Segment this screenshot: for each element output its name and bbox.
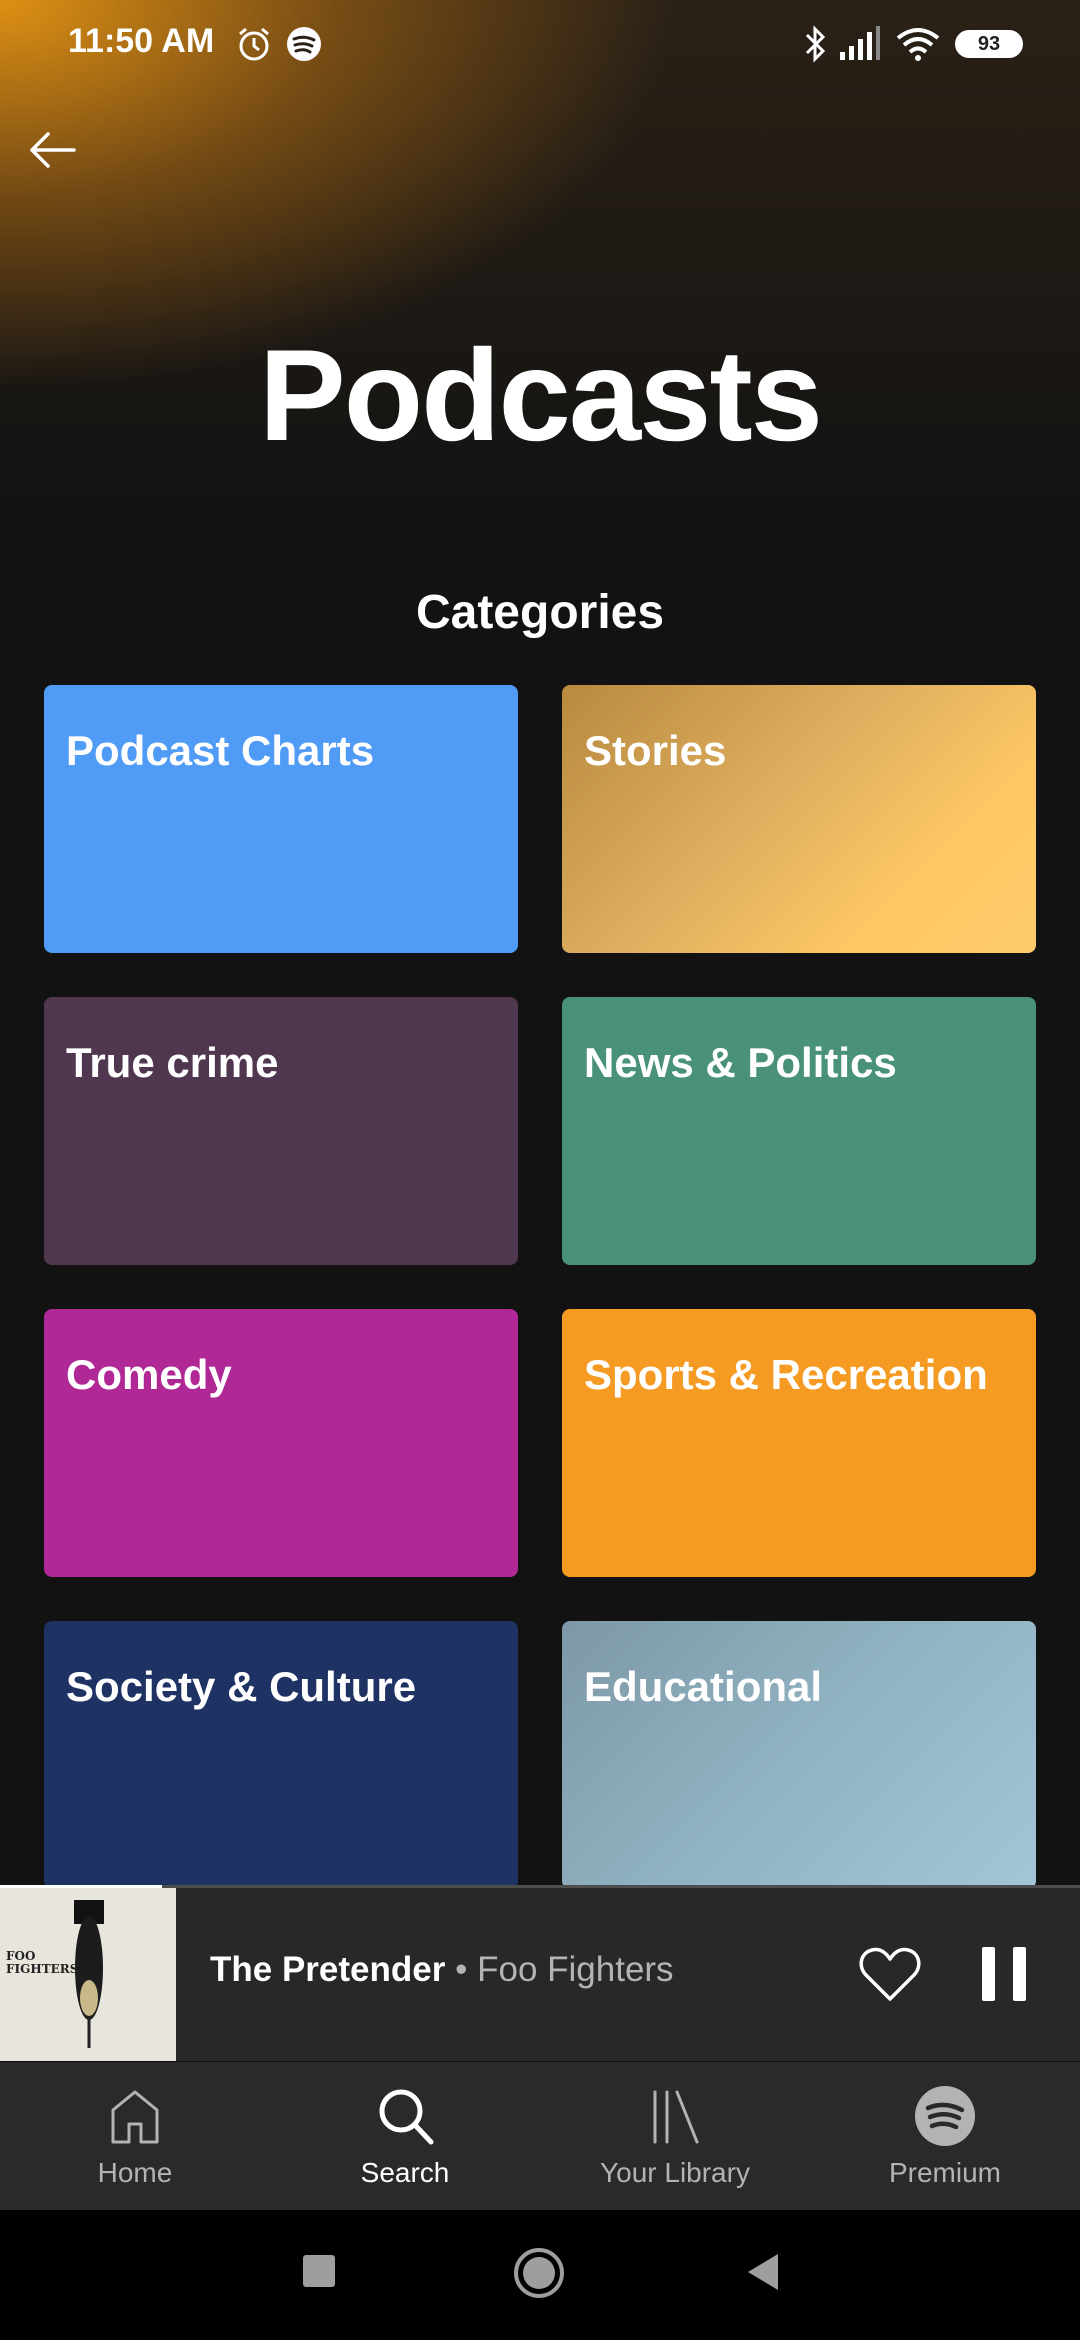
nav-item-search[interactable]: Search <box>270 2062 540 2210</box>
home-icon <box>111 2090 159 2144</box>
nav-item-premium[interactable]: Premium <box>810 2062 1080 2210</box>
category-label: Educational <box>584 1663 823 1710</box>
spotify-premium-icon <box>915 2086 975 2146</box>
category-card-sports-recreation[interactable]: Sports & Recreation <box>562 1309 1036 1577</box>
category-label: Stories <box>584 727 727 774</box>
category-card-stories[interactable]: Stories <box>562 685 1036 953</box>
category-card-comedy[interactable]: Comedy <box>44 1309 518 1577</box>
search-icon <box>379 2089 434 2145</box>
nav-item-library[interactable]: Your Library <box>540 2062 810 2210</box>
track-separator: • <box>455 1950 468 1989</box>
category-card-news-politics[interactable]: News & Politics <box>562 997 1036 1265</box>
system-nav-bar <box>0 2210 1080 2340</box>
category-card-society-culture[interactable]: Society & Culture <box>44 1621 518 1885</box>
recents-square-icon[interactable] <box>302 2254 336 2288</box>
pause-icon <box>982 1947 1026 2001</box>
album-art-text: FOO FIGHTERS <box>6 1949 79 1976</box>
track-info[interactable]: The Pretender • Foo Fighters <box>210 1945 674 1995</box>
category-label: News & Politics <box>584 1039 897 1086</box>
category-label: True crime <box>66 1039 279 1086</box>
category-card-educational[interactable]: Educational <box>562 1621 1036 1885</box>
nav-label: Premium <box>888 2157 1001 2188</box>
bottom-nav: Home Search Your Library Premium <box>0 2062 1080 2210</box>
heart-icon <box>859 1947 921 2001</box>
category-label: Podcast Charts <box>66 727 375 774</box>
nav-label: Home <box>97 2157 173 2188</box>
back-triangle-icon[interactable] <box>744 2252 782 2292</box>
nav-label: Your Library <box>600 2157 750 2188</box>
nav-item-home[interactable]: Home <box>0 2062 270 2210</box>
track-title: The Pretender <box>210 1950 446 1989</box>
category-label: Sports & Recreation <box>584 1351 988 1398</box>
track-artist: Foo Fighters <box>477 1950 674 1989</box>
category-card-true-crime[interactable]: True crime <box>44 997 518 1265</box>
category-grid: Podcast Charts Stories True crime News &… <box>0 0 1080 1885</box>
pause-button[interactable] <box>976 1941 1032 2007</box>
album-art[interactable]: FOO FIGHTERS <box>0 1888 176 2061</box>
like-button[interactable] <box>858 1945 928 2009</box>
home-circle-icon[interactable] <box>512 2246 566 2300</box>
library-icon <box>653 2090 699 2144</box>
mini-player[interactable]: FOO FIGHTERS The Pretender • Foo Fighter… <box>0 1885 1080 2061</box>
nav-label: Search <box>360 2157 450 2188</box>
category-card-podcast-charts[interactable]: Podcast Charts <box>44 685 518 953</box>
category-label: Comedy <box>66 1351 232 1398</box>
category-label: Society & Culture <box>66 1663 417 1710</box>
